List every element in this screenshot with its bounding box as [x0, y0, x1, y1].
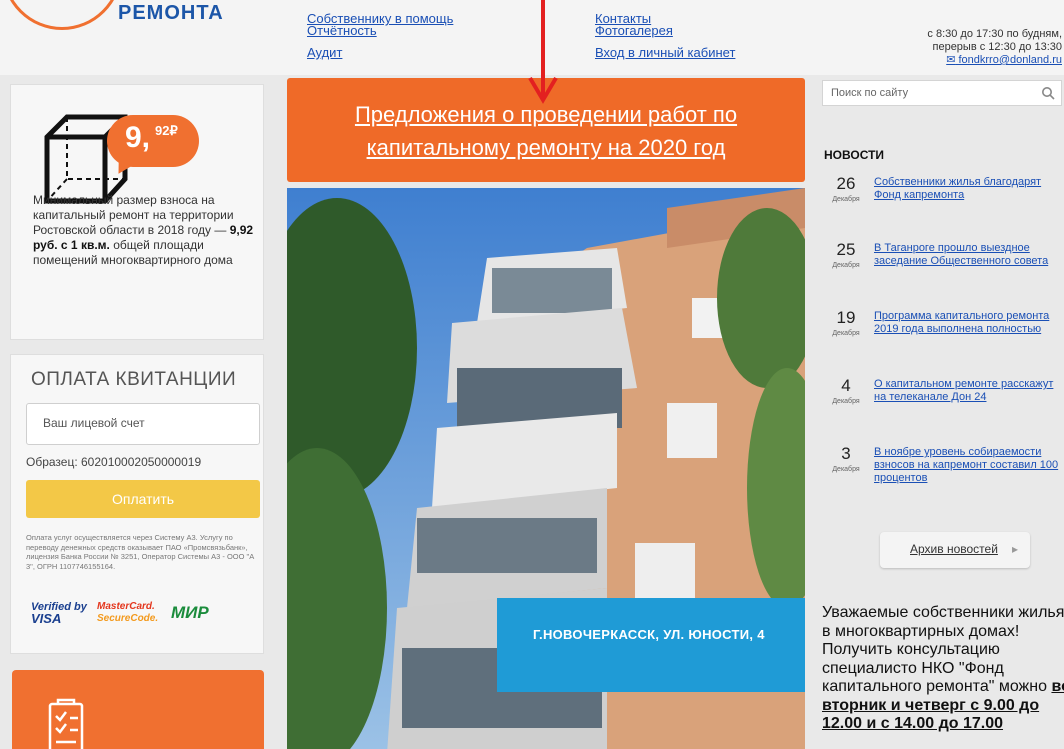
news-item: 19 Декабря Программа капитального ремонт…: [820, 308, 1060, 368]
account-number-input[interactable]: Ваш лицевой счет: [26, 403, 260, 445]
mail-icon: ✉: [946, 54, 956, 66]
news-heading: НОВОСТИ: [824, 148, 885, 162]
search-icon[interactable]: [1041, 86, 1055, 100]
news-title-link[interactable]: Собственники жилья благодарят Фонд капре…: [874, 176, 1060, 202]
news-title-link[interactable]: В ноябре уровень собираемости взносов на…: [874, 446, 1060, 485]
news-day: 25: [836, 240, 856, 259]
email-link[interactable]: ✉ fondkrro@donland.ru: [892, 54, 1062, 67]
nav-right: Контакты Фотогалерея Вход в личный кабин…: [595, 11, 735, 64]
chevron-right-icon: ▸: [1012, 542, 1019, 556]
nav-left: Собственнику в помощь Отчётность Аудит: [307, 11, 453, 64]
consultation-notice: Уважаемые собственники жилья в многоквар…: [822, 604, 1064, 734]
fee-description: Минимальный размер взноса на капитальный…: [33, 193, 259, 268]
visa-logo-line-2: VISA: [31, 611, 62, 626]
min-fee-card: 9, 92₽ Минимальный размер взноса на капи…: [10, 84, 264, 340]
payment-disclaimer: Оплата услуг осуществляется через Систем…: [26, 533, 255, 571]
fee-bubble: 9, 92₽: [107, 115, 199, 179]
search-input[interactable]: Поиск по сайту: [831, 87, 908, 99]
account-sample: Образец: 602010002050000019: [26, 455, 202, 469]
payment-card: ОПЛАТА КВИТАНЦИИ Ваш лицевой счет Образе…: [10, 354, 264, 654]
fee-value: 9,: [125, 121, 151, 154]
email-text: fondkrro@donland.ru: [958, 54, 1062, 66]
news-day: 3: [841, 444, 851, 463]
news-month: Декабря: [832, 262, 860, 269]
news-item: 26 Декабря Собственники жилья благодарят…: [820, 174, 1060, 234]
payment-title: ОПЛАТА КВИТАНЦИИ: [31, 369, 237, 390]
mir-logo: МИР: [171, 603, 209, 622]
news-item: 25 Декабря В Таганроге прошло выездное з…: [820, 240, 1060, 300]
payment-logos: Verified by VISA MasterCard. SecureCode.…: [31, 601, 231, 631]
news-item: 3 Декабря В ноябре уровень собираемости …: [820, 444, 1060, 516]
news-month: Декабря: [832, 330, 860, 337]
news-item: 4 Декабря О капитальном ремонте расскажу…: [820, 376, 1060, 436]
archive-label: Архив новостей: [910, 542, 998, 556]
logo-text[interactable]: РЕМОНТА: [118, 2, 224, 25]
mc-logo-line-2: SecureCode.: [97, 613, 159, 624]
fee-text-plain: Минимальный размер взноса на капитальный…: [33, 193, 234, 237]
working-hours: с 8:30 до 17:30 по будням, перерыв с 12:…: [892, 28, 1062, 67]
annotation-arrow-icon: [528, 0, 558, 104]
logo-mark[interactable]: [2, 0, 122, 30]
documents-card[interactable]: [12, 670, 264, 749]
building-photo[interactable]: Г.НОВОЧЕРКАССК, УЛ. ЮНОСТИ, 4: [287, 188, 805, 749]
notice-text: Уважаемые собственники жилья в многоквар…: [822, 604, 1064, 695]
mc-logo-line-1: MasterCard.: [97, 601, 155, 612]
document-checklist-icon: [48, 698, 84, 749]
banner-line-2: капитальному ремонту на 2020 год: [366, 135, 726, 160]
news-title-link[interactable]: О капитальном ремонте расскажут на телек…: [874, 378, 1060, 404]
news-month: Декабря: [832, 196, 860, 203]
caption-text: Г.НОВОЧЕРКАССК, УЛ. ЮНОСТИ, 4: [533, 627, 765, 642]
hours-line-1: с 8:30 до 17:30 по будням,: [927, 28, 1062, 40]
nav-link-contacts[interactable]: Контакты: [595, 8, 651, 30]
nav-link-audit[interactable]: Аудит: [307, 42, 377, 64]
nav-link-owner-help[interactable]: Собственнику в помощь: [307, 8, 453, 30]
pay-button[interactable]: Оплатить: [26, 480, 260, 518]
news-month: Декабря: [832, 466, 860, 473]
fee-value-sup: 92₽: [155, 123, 178, 138]
news-month: Декабря: [832, 398, 860, 405]
mastercard-securecode-logo: MasterCard. SecureCode.: [97, 601, 158, 625]
nav-link-account[interactable]: Вход в личный кабинет: [595, 42, 735, 64]
news-day: 4: [841, 376, 851, 395]
hours-line-2: перерыв с 12:30 до 13:30: [932, 41, 1063, 53]
verified-by-visa-logo: Verified by VISA: [31, 601, 87, 625]
photo-caption: Г.НОВОЧЕРКАССК, УЛ. ЮНОСТИ, 4: [497, 598, 805, 692]
news-day: 19: [836, 308, 856, 327]
news-title-link[interactable]: Программа капитального ремонта 2019 года…: [874, 310, 1060, 336]
news-day: 26: [836, 174, 856, 193]
site-search[interactable]: Поиск по сайту: [822, 80, 1062, 106]
news-archive-button[interactable]: Архив новостей ▸: [880, 532, 1030, 568]
news-title-link[interactable]: В Таганроге прошло выездное заседание Об…: [874, 242, 1060, 268]
